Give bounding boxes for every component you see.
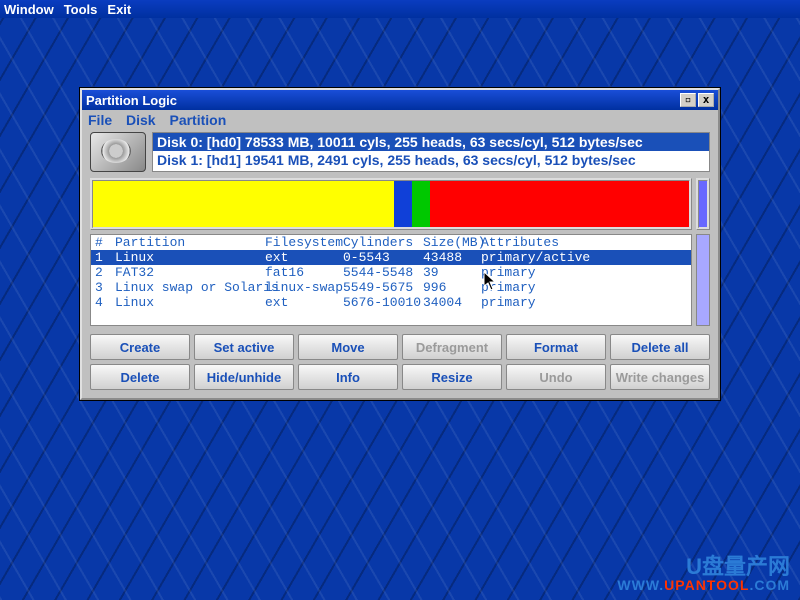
menu-partition[interactable]: Partition: [169, 112, 226, 128]
partition-segment[interactable]: [412, 181, 430, 227]
hide-unhide-button[interactable]: Hide/unhide: [194, 364, 294, 390]
partition-table[interactable]: #PartitionFilesystemCylindersSize(MB)Att…: [90, 234, 692, 326]
menu-file[interactable]: File: [88, 112, 112, 128]
partition-segment[interactable]: [430, 181, 689, 227]
minimize-button[interactable]: ▫: [680, 93, 696, 107]
table-row[interactable]: 3Linux swap or Solarislinux-swap5549-567…: [91, 280, 691, 295]
window-title: Partition Logic: [86, 93, 678, 108]
menu-exit[interactable]: Exit: [107, 2, 131, 17]
disk-row[interactable]: Disk 0: [hd0] 78533 MB, 10011 cyls, 255 …: [153, 133, 709, 151]
create-button[interactable]: Create: [90, 334, 190, 360]
table-header: #PartitionFilesystemCylindersSize(MB)Att…: [91, 235, 691, 250]
table-row[interactable]: 4Linuxext5676-1001034004primary: [91, 295, 691, 310]
table-row[interactable]: 2FAT32fat165544-554839primary: [91, 265, 691, 280]
window-menu: File Disk Partition: [82, 110, 718, 132]
resize-button[interactable]: Resize: [402, 364, 502, 390]
watermark: U盘量产网 WWW.UPANTOOL.COM: [617, 558, 790, 594]
partition-segment[interactable]: [93, 181, 394, 227]
info-button[interactable]: Info: [298, 364, 398, 390]
partition-bar[interactable]: [90, 178, 692, 230]
watermark-line1: U盘量产网: [617, 558, 790, 576]
table-scrollbar[interactable]: [696, 234, 710, 326]
partition-logic-window: Partition Logic ▫ x File Disk Partition …: [80, 88, 720, 400]
watermark-line2: WWW.UPANTOOL.COM: [617, 576, 790, 594]
set-active-button[interactable]: Set active: [194, 334, 294, 360]
action-buttons: CreateSet activeMoveDefragmentFormatDele…: [90, 334, 710, 390]
table-row[interactable]: 1Linuxext0-554343488primary/active: [91, 250, 691, 265]
undo-button[interactable]: Undo: [506, 364, 606, 390]
close-button[interactable]: x: [698, 93, 714, 107]
menu-tools[interactable]: Tools: [64, 2, 98, 17]
usage-gauge: [696, 178, 710, 230]
delete-button[interactable]: Delete: [90, 364, 190, 390]
delete-all-button[interactable]: Delete all: [610, 334, 710, 360]
disk-row[interactable]: Disk 1: [hd1] 19541 MB, 2491 cyls, 255 h…: [153, 151, 709, 169]
menu-window[interactable]: Window: [4, 2, 54, 17]
defragment-button[interactable]: Defragment: [402, 334, 502, 360]
partition-bar-area: [90, 178, 710, 230]
harddisk-icon: [90, 132, 146, 172]
menu-disk[interactable]: Disk: [126, 112, 156, 128]
disk-selector: Disk 0: [hd0] 78533 MB, 10011 cyls, 255 …: [90, 132, 710, 172]
desktop-menu: Window Tools Exit: [0, 0, 800, 18]
format-button[interactable]: Format: [506, 334, 606, 360]
titlebar[interactable]: Partition Logic ▫ x: [82, 90, 718, 110]
write-changes-button[interactable]: Write changes: [610, 364, 710, 390]
move-button[interactable]: Move: [298, 334, 398, 360]
partition-segment[interactable]: [394, 181, 412, 227]
partition-table-wrap: #PartitionFilesystemCylindersSize(MB)Att…: [90, 234, 710, 326]
disk-list[interactable]: Disk 0: [hd0] 78533 MB, 10011 cyls, 255 …: [152, 132, 710, 172]
